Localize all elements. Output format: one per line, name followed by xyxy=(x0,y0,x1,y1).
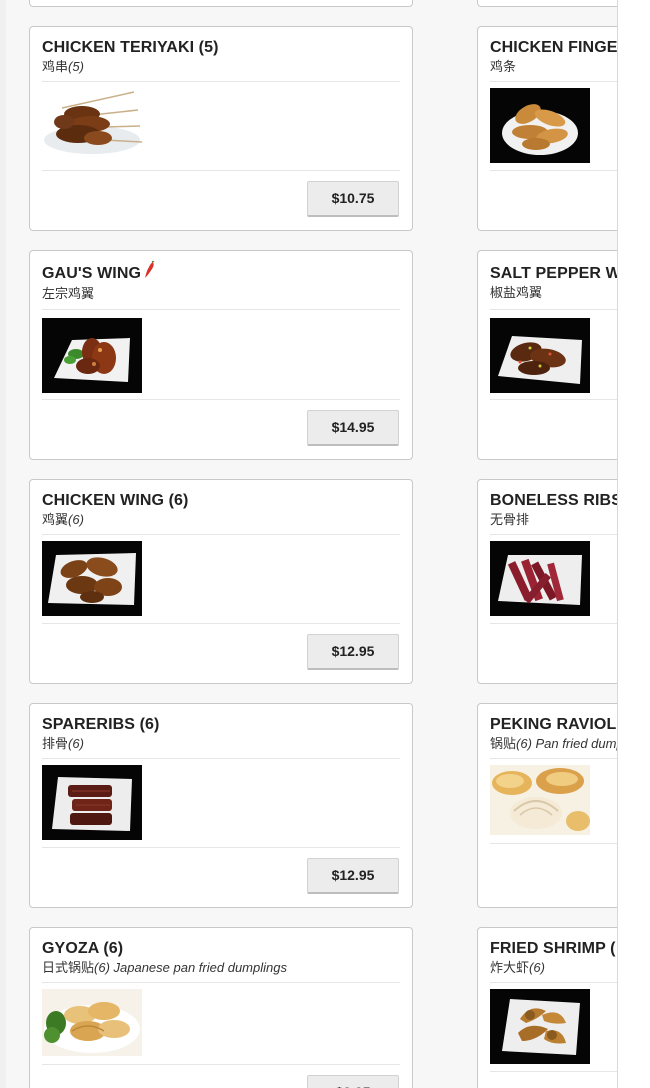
item-chinese-name: 排骨 xyxy=(42,736,69,751)
item-header: CHICKEN TERIYAKI (5) 鸡串(5) xyxy=(42,39,400,82)
item-subtitle: 锅贴(6) Pan fried dump xyxy=(490,735,617,752)
item-name: BONELESS RIBS xyxy=(490,492,617,509)
item-footer: $14.95 xyxy=(42,399,400,446)
item-chinese-name: 椒盐鸡翼 xyxy=(490,285,543,300)
item-subtitle: 无骨排 xyxy=(490,511,617,528)
item-footer xyxy=(490,1071,617,1072)
item-name: CHICKEN TERIYAKI (5) xyxy=(42,39,219,56)
peking-ravioli-photo[interactable] xyxy=(490,765,590,835)
item-name: FRIED SHRIMP ( xyxy=(490,940,616,957)
item-footer xyxy=(490,843,617,844)
gaus-wing-photo[interactable] xyxy=(42,318,142,393)
item-subtitle: 椒盐鸡翼 xyxy=(490,284,617,301)
chicken-fingers-photo[interactable] xyxy=(490,88,590,163)
menu-item-card[interactable]: SALT PEPPER W 椒盐鸡翼 xyxy=(477,250,617,460)
item-footer xyxy=(490,399,617,400)
item-name: PEKING RAVIOL xyxy=(490,716,617,733)
item-subtitle: 炸大虾(6) xyxy=(490,959,617,976)
boneless-ribs-photo[interactable] xyxy=(490,541,590,616)
chicken-wing-photo[interactable] xyxy=(42,541,142,616)
item-header: GAU'S WING 左宗鸡翼 xyxy=(42,260,400,310)
item-subtitle: 左宗鸡翼 xyxy=(42,285,400,302)
item-footer: $9.95 xyxy=(42,1064,400,1088)
item-chinese-name: 鸡翼 xyxy=(42,512,69,527)
item-name-text: GAU'S WING xyxy=(42,265,142,282)
right-panel-edge xyxy=(617,0,650,1088)
item-footer: $10.75 xyxy=(42,170,400,217)
item-subtitle: 鸡串(5) xyxy=(42,58,400,75)
item-name: CHICKEN FINGE xyxy=(490,39,617,56)
item-name: GAU'S WING xyxy=(42,260,400,284)
item-chinese-name: 日式锅贴 xyxy=(42,960,95,975)
price-button[interactable]: $12.95 xyxy=(307,634,399,670)
price-button[interactable]: $12.95 xyxy=(307,858,399,894)
item-name: GYOZA (6) xyxy=(42,940,124,957)
item-subtitle: 鸡翼(6) xyxy=(42,511,400,528)
item-header: CHICKEN WING (6) 鸡翼(6) xyxy=(42,492,400,535)
item-detail: (5) xyxy=(68,59,84,74)
menu-item-card[interactable]: SPARERIBS (6) 排骨(6) $12.95 xyxy=(29,703,413,908)
chicken-teriyaki-skewers-photo[interactable] xyxy=(42,88,142,163)
item-subtitle: 鸡条 xyxy=(490,58,617,75)
menu-item-card[interactable]: CHICKEN TERIYAKI (5) 鸡串(5) $10.75 xyxy=(29,26,413,231)
item-subtitle: 日式锅贴(6) Japanese pan fried dumplings xyxy=(42,959,400,976)
item-chinese-name: 锅贴 xyxy=(490,736,517,751)
item-footer: $12.95 xyxy=(42,847,400,894)
item-chinese-name: 无骨排 xyxy=(490,512,530,527)
menu-item-card[interactable]: PEKING RAVIOL 锅贴(6) Pan fried dump xyxy=(477,703,617,908)
item-header: SALT PEPPER W 椒盐鸡翼 xyxy=(490,265,617,310)
spicy-chili-icon xyxy=(144,260,156,284)
previous-card-bottom-left xyxy=(29,0,413,7)
menu-item-card[interactable]: BONELESS RIBS 无骨排 xyxy=(477,479,617,684)
item-footer xyxy=(490,170,617,171)
item-header: SPARERIBS (6) 排骨(6) xyxy=(42,716,400,759)
previous-card-bottom-right xyxy=(477,0,617,7)
item-footer: $12.95 xyxy=(42,623,400,670)
menu-viewport[interactable]: CHICKEN TERIYAKI (5) 鸡串(5) $10.75 CHICKE… xyxy=(6,0,617,1088)
fried-shrimp-photo[interactable] xyxy=(490,989,590,1064)
salt-pepper-wing-photo[interactable] xyxy=(490,318,590,393)
gyoza-photo[interactable] xyxy=(42,989,142,1056)
item-chinese-name: 炸大虾 xyxy=(490,960,530,975)
item-name: CHICKEN WING (6) xyxy=(42,492,189,509)
spareribs-photo[interactable] xyxy=(42,765,142,840)
item-subtitle: 排骨(6) xyxy=(42,735,400,752)
menu-item-card[interactable]: GYOZA (6) 日式锅贴(6) Japanese pan fried dum… xyxy=(29,927,413,1088)
item-detail: (6) xyxy=(68,736,84,751)
item-header: FRIED SHRIMP ( 炸大虾(6) xyxy=(490,940,617,983)
menu-item-card[interactable]: GAU'S WING 左宗鸡翼 $14.95 xyxy=(29,250,413,460)
item-detail: (6) xyxy=(68,512,84,527)
item-detail: (6) Japanese pan fried dumplings xyxy=(94,960,287,975)
price-button[interactable]: $14.95 xyxy=(307,410,399,446)
item-header: GYOZA (6) 日式锅贴(6) Japanese pan fried dum… xyxy=(42,940,400,983)
price-button[interactable]: $10.75 xyxy=(307,181,399,217)
menu-item-card[interactable]: CHICKEN WING (6) 鸡翼(6) $12.95 xyxy=(29,479,413,684)
item-footer xyxy=(490,623,617,624)
item-header: PEKING RAVIOL 锅贴(6) Pan fried dump xyxy=(490,716,617,759)
item-chinese-name: 鸡条 xyxy=(490,59,517,74)
item-detail: (6) xyxy=(529,960,545,975)
item-header: CHICKEN FINGE 鸡条 xyxy=(490,39,617,82)
menu-item-card[interactable]: CHICKEN FINGE 鸡条 xyxy=(477,26,617,231)
item-name: SALT PEPPER W xyxy=(490,265,617,282)
item-detail: (6) Pan fried dump xyxy=(516,736,617,751)
item-header: BONELESS RIBS 无骨排 xyxy=(490,492,617,535)
item-chinese-name: 左宗鸡翼 xyxy=(42,286,95,301)
menu-item-card[interactable]: FRIED SHRIMP ( 炸大虾(6) xyxy=(477,927,617,1088)
item-chinese-name: 鸡串 xyxy=(42,59,69,74)
price-button[interactable]: $9.95 xyxy=(307,1075,399,1088)
item-name: SPARERIBS (6) xyxy=(42,716,160,733)
